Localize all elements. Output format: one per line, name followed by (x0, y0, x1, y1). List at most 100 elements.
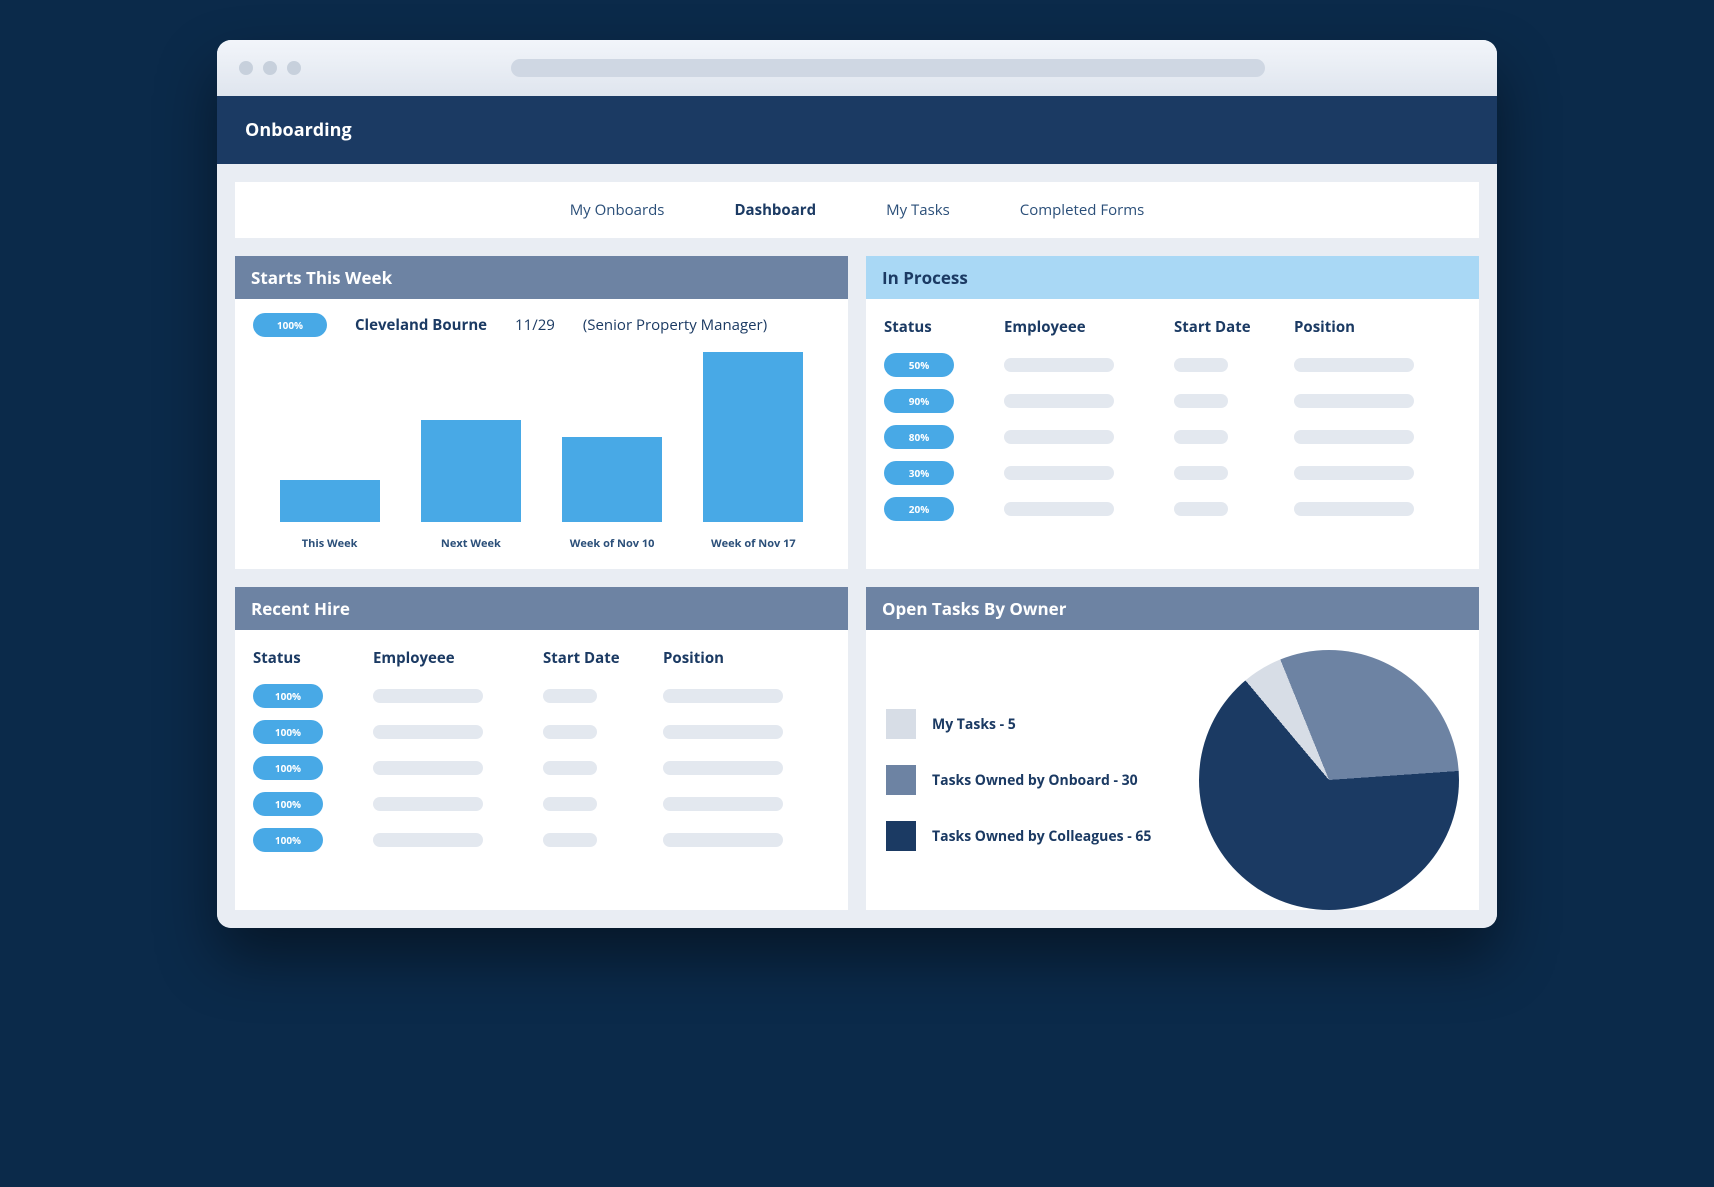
bar-label: Week of Nov 10 (570, 536, 655, 551)
placeholder (1174, 430, 1228, 444)
status-badge: 100% (253, 684, 323, 708)
window-dot-icon (263, 61, 277, 75)
placeholder (373, 689, 483, 703)
table-row: 100% (253, 786, 830, 822)
placeholder (1294, 502, 1414, 516)
legend-swatch-icon (886, 765, 916, 795)
status-badge: 80% (884, 425, 954, 449)
placeholder (663, 689, 783, 703)
placeholder (1174, 502, 1228, 516)
app: Onboarding My Onboards Dashboard My Task… (217, 96, 1497, 928)
table-row: 100% (253, 714, 830, 750)
panel-starts-this-week: Starts This Week 100% Cleveland Bourne 1… (235, 256, 848, 569)
browser-frame: Onboarding My Onboards Dashboard My Task… (217, 40, 1497, 928)
status-badge: 100% (253, 720, 323, 744)
status-badge: 100% (253, 756, 323, 780)
window-dot-icon (287, 61, 301, 75)
status-badge: 100% (253, 313, 327, 337)
status-badge: 100% (253, 792, 323, 816)
panel-open-tasks: Open Tasks By Owner My Tasks - 5 Tasks O… (866, 587, 1479, 910)
status-badge: 30% (884, 461, 954, 485)
table-row: 80% (884, 419, 1461, 455)
table-header: Status Employeee Start Date Position (253, 644, 830, 678)
legend-item: Tasks Owned by Colleagues - 65 (886, 821, 1173, 851)
table-row: 30% (884, 455, 1461, 491)
status-badge: 100% (253, 828, 323, 852)
col-position: Position (663, 648, 830, 668)
bar (280, 480, 380, 523)
bar-chart: This Week Next Week Week of Nov 10 Week of … (253, 361, 830, 551)
status-badge: 20% (884, 497, 954, 521)
placeholder (1294, 394, 1414, 408)
tab-completed-forms[interactable]: Completed Forms (1020, 200, 1145, 220)
status-badge: 90% (884, 389, 954, 413)
placeholder (543, 797, 597, 811)
placeholder (663, 761, 783, 775)
placeholder (373, 797, 483, 811)
placeholder (1294, 358, 1414, 372)
table-row: 100% (253, 678, 830, 714)
tab-my-onboards[interactable]: My Onboards (570, 200, 665, 220)
bar-label: Next Week (441, 536, 501, 551)
placeholder (663, 725, 783, 739)
placeholder (373, 833, 483, 847)
col-employee: Employeee (1004, 317, 1174, 337)
placeholder (1174, 466, 1228, 480)
placeholder (1174, 358, 1228, 372)
legend-label: My Tasks - 5 (932, 715, 1016, 734)
legend-swatch-icon (886, 709, 916, 739)
table-row: 100% (253, 822, 830, 858)
panel-title: Starts This Week (235, 256, 848, 299)
panel-title: Recent Hire (235, 587, 848, 630)
bar-column: Week of Nov 10 (550, 437, 674, 551)
legend: My Tasks - 5 Tasks Owned by Onboard - 30… (886, 709, 1173, 851)
table-header: Status Employeee Start Date Position (884, 313, 1461, 347)
legend-item: My Tasks - 5 (886, 709, 1173, 739)
window-dot-icon (239, 61, 253, 75)
starts-row: 100% Cleveland Bourne 11/29 (Senior Prop… (253, 313, 830, 337)
bar (703, 352, 803, 522)
placeholder (1004, 358, 1114, 372)
panel-title: Open Tasks By Owner (866, 587, 1479, 630)
address-bar[interactable] (511, 59, 1265, 77)
table-row: 50% (884, 347, 1461, 383)
bar-label: This Week (302, 536, 358, 551)
col-start: Start Date (1174, 317, 1294, 337)
tab-my-tasks[interactable]: My Tasks (886, 200, 950, 220)
placeholder (373, 761, 483, 775)
panel-recent-hire: Recent Hire Status Employeee Start Date … (235, 587, 848, 910)
legend-label: Tasks Owned by Onboard - 30 (932, 771, 1138, 790)
placeholder (543, 761, 597, 775)
col-start: Start Date (543, 648, 663, 668)
placeholder (1004, 466, 1114, 480)
pie-chart (1199, 650, 1459, 910)
panel-title: In Process (866, 256, 1479, 299)
tab-dashboard[interactable]: Dashboard (734, 200, 816, 220)
placeholder (543, 725, 597, 739)
placeholder (543, 689, 597, 703)
placeholder (373, 725, 483, 739)
status-badge: 50% (884, 353, 954, 377)
placeholder (663, 833, 783, 847)
bar (562, 437, 662, 522)
placeholder (1004, 502, 1114, 516)
page-title: Onboarding (217, 96, 1497, 164)
bar (421, 420, 521, 522)
table-row: 20% (884, 491, 1461, 527)
placeholder (663, 797, 783, 811)
placeholder (1294, 430, 1414, 444)
bar-column: Week of Nov 17 (691, 352, 815, 551)
browser-chrome (217, 40, 1497, 96)
bar-label: Week of Nov 17 (711, 536, 796, 551)
col-status: Status (253, 648, 373, 668)
col-employee: Employeee (373, 648, 543, 668)
table-row: 90% (884, 383, 1461, 419)
table-row: 100% (253, 750, 830, 786)
bar-column: Next Week (409, 420, 533, 551)
placeholder (1174, 394, 1228, 408)
col-status: Status (884, 317, 1004, 337)
bar-column: This Week (267, 480, 391, 552)
placeholder (1004, 430, 1114, 444)
start-date: 11/29 (515, 315, 555, 335)
tabs: My Onboards Dashboard My Tasks Completed… (235, 182, 1479, 238)
